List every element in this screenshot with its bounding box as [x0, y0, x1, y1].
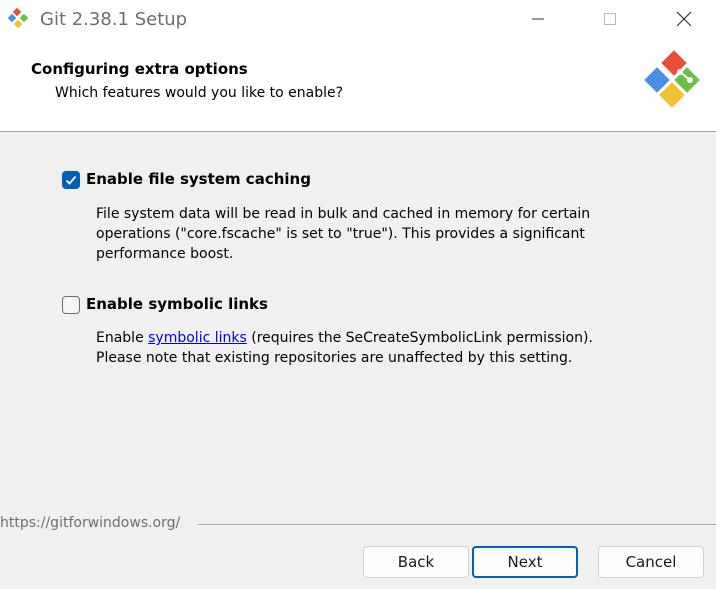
git-logo-icon — [644, 50, 700, 108]
git-app-icon — [8, 8, 29, 29]
symlinks-description-line: Please note that existing repositories a… — [96, 350, 573, 366]
symlinks-desc-suffix: (requires the SeCreateSymbolicLink permi… — [246, 330, 593, 346]
enable-symlinks-label[interactable]: Enable symbolic links — [86, 295, 268, 313]
maximize-icon — [604, 13, 616, 25]
maximize-button[interactable] — [580, 0, 640, 38]
close-button[interactable] — [654, 0, 714, 38]
fscache-description-line: performance boost. — [96, 246, 234, 262]
next-button[interactable]: Next — [472, 546, 578, 578]
enable-fscache-label[interactable]: Enable file system caching — [86, 170, 311, 188]
enable-fscache-checkbox[interactable] — [62, 171, 80, 189]
minimize-button[interactable] — [508, 0, 568, 38]
symlinks-description: Enable symbolic links (requires the SeCr… — [96, 328, 593, 368]
page-subtitle: Which features would you like to enable? — [55, 85, 344, 101]
page-title: Configuring extra options — [31, 60, 248, 78]
footer-url: https://gitforwindows.org/ — [0, 515, 187, 531]
fscache-description-line: File system data will be read in bulk an… — [96, 206, 591, 222]
footer-divider — [198, 524, 716, 525]
checkmark-icon — [65, 175, 77, 185]
window-title: Git 2.38.1 Setup — [40, 9, 188, 30]
close-icon — [676, 11, 692, 27]
title-bar: Git 2.38.1 Setup — [0, 0, 716, 38]
wizard-header: Configuring extra options Which features… — [0, 38, 716, 132]
cancel-button[interactable]: Cancel — [598, 546, 704, 578]
fscache-description: File system data will be read in bulk an… — [96, 204, 590, 264]
symlinks-description-line: Enable symbolic links (requires the SeCr… — [96, 328, 593, 348]
symbolic-links-link[interactable]: symbolic links — [148, 330, 247, 346]
symlinks-desc-prefix: Enable — [96, 330, 149, 346]
fscache-description-line: operations ("core.fscache" is set to "tr… — [96, 226, 585, 242]
minimize-icon — [532, 18, 544, 20]
back-button[interactable]: Back — [363, 546, 469, 578]
enable-symlinks-checkbox[interactable] — [62, 296, 80, 314]
